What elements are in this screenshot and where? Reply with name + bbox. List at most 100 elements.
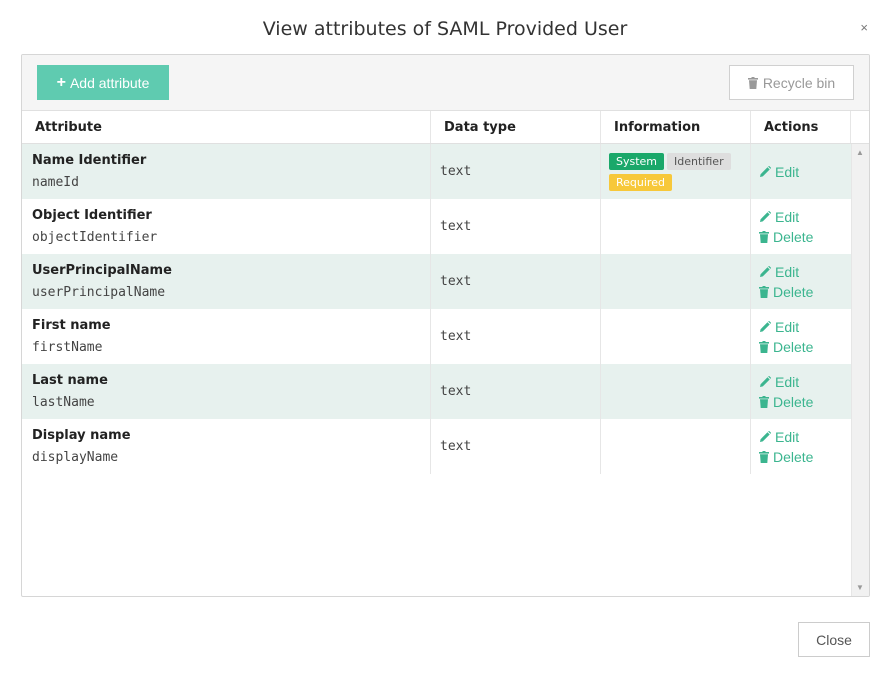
data-type-value: text [440,329,472,344]
header-data-type[interactable]: Data type [431,111,601,143]
edit-label: Edit [775,163,800,180]
edit-link[interactable]: Edit [759,262,851,282]
edit-link[interactable]: Edit [759,372,851,392]
table-row: UserPrincipalName userPrincipalName text Ed… [22,254,851,309]
information-cell [601,309,751,364]
delete-label: Delete [773,228,814,245]
header-information[interactable]: Information [601,111,751,143]
plus-icon: + [56,73,66,91]
header-actions: Actions [751,111,851,143]
header-attribute[interactable]: Attribute [22,111,431,143]
data-type-value: text [440,439,472,454]
attributes-dialog: View attributes of SAML Provided User × … [0,0,890,676]
trash-icon [759,340,769,353]
information-cell [601,254,751,309]
data-type-cell: text [431,309,601,364]
edit-link[interactable]: Edit [759,162,851,182]
data-type-value: text [440,219,472,234]
attribute-cell: Display name displayName [22,419,431,474]
actions-cell: Edit [751,144,851,199]
attribute-key: nameId [32,174,79,190]
table-body-wrapper: Name Identifier nameId text System Identifie… [22,144,869,596]
delete-link[interactable]: Delete [759,447,851,467]
pencil-icon [759,430,771,443]
data-type-value: text [440,274,472,289]
edit-label: Edit [775,263,800,280]
table-row: Last name lastName text Edit Delete [22,364,851,419]
table-header: Attribute Data type Information Actions [22,111,869,144]
delete-label: Delete [773,338,814,355]
attribute-name: UserPrincipalName [32,262,172,278]
scroll-down-arrow-icon[interactable]: ▼ [856,583,864,592]
table-row: Display name displayName text Edit Delete [22,419,851,474]
attribute-name: First name [32,317,111,333]
delete-link[interactable]: Delete [759,392,851,412]
trash-icon [759,230,769,243]
edit-label: Edit [775,428,800,445]
required-badge: Required [609,173,672,191]
delete-link[interactable]: Delete [759,282,851,302]
pencil-icon [759,375,771,388]
trash-icon [759,395,769,408]
information-cell [601,419,751,474]
data-type-cell: text [431,364,601,419]
trash-icon [747,76,758,89]
close-icon[interactable]: × [860,21,868,35]
close-button[interactable]: Close [798,622,870,657]
badge-group: System Identifier Required [609,152,739,191]
identifier-badge: Identifier [667,152,731,170]
attribute-name: Display name [32,427,131,443]
pencil-icon [759,320,771,333]
edit-label: Edit [775,208,800,225]
edit-label: Edit [775,318,800,335]
data-type-value: text [440,164,472,179]
delete-link[interactable]: Delete [759,337,851,357]
data-type-cell: text [431,144,601,199]
data-type-value: text [440,384,472,399]
attribute-cell: Last name lastName [22,364,431,419]
information-cell [601,199,751,254]
recycle-bin-button[interactable]: Recycle bin [729,65,854,100]
actions-cell: Edit Delete [751,364,851,419]
pencil-icon [759,210,771,223]
attribute-cell: Object Identifier objectIdentifier [22,199,431,254]
attribute-key: displayName [32,449,119,465]
table-row: Name Identifier nameId text System Identifie… [22,144,851,199]
vertical-scrollbar[interactable]: ▲ ▼ [851,144,869,596]
delete-label: Delete [773,393,814,410]
attribute-key: objectIdentifier [32,229,158,245]
add-attribute-button[interactable]: + Add attribute [37,65,169,100]
trash-icon [759,450,769,463]
edit-link[interactable]: Edit [759,207,851,227]
pencil-icon [759,165,771,178]
delete-link[interactable]: Delete [759,227,851,247]
delete-label: Delete [773,448,814,465]
attribute-cell: UserPrincipalName userPrincipalName [22,254,431,309]
edit-link[interactable]: Edit [759,317,851,337]
attribute-cell: First name firstName [22,309,431,364]
edit-link[interactable]: Edit [759,427,851,447]
actions-cell: Edit Delete [751,309,851,364]
data-type-cell: text [431,419,601,474]
toolbar: + Add attribute Recycle bin [22,55,869,111]
recycle-bin-label: Recycle bin [762,74,836,91]
attribute-name: Last name [32,372,108,388]
pencil-icon [759,265,771,278]
attribute-cell: Name Identifier nameId [22,144,431,199]
attribute-key: userPrincipalName [32,284,166,300]
delete-label: Delete [773,283,814,300]
actions-cell: Edit Delete [751,199,851,254]
data-type-cell: text [431,254,601,309]
attributes-panel: + Add attribute Recycle bin Attribute Da… [21,54,870,597]
actions-cell: Edit Delete [751,254,851,309]
attribute-name: Object Identifier [32,207,152,223]
add-attribute-label: Add attribute [69,74,150,91]
edit-label: Edit [775,373,800,390]
attribute-name: Name Identifier [32,152,147,168]
system-badge: System [609,152,665,170]
data-type-cell: text [431,199,601,254]
trash-icon [759,285,769,298]
scroll-up-arrow-icon[interactable]: ▲ [856,148,864,157]
information-cell: System Identifier Required [601,144,751,199]
table-row: First name firstName text Edit Delete [22,309,851,364]
